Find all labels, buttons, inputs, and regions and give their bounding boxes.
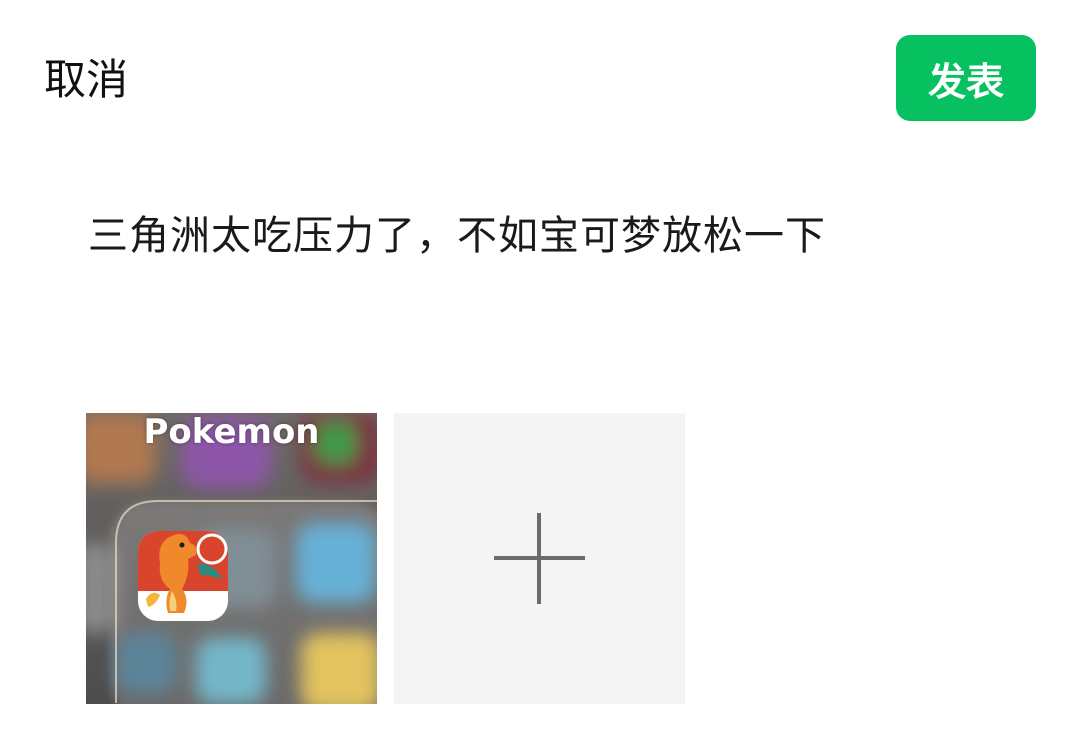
publish-button[interactable]: 发表 bbox=[896, 35, 1036, 121]
image-caption-text: Pokemon bbox=[143, 413, 320, 452]
attached-image-thumbnail[interactable]: Pokemon bbox=[86, 413, 377, 704]
add-media-button[interactable] bbox=[394, 413, 685, 704]
top-bar: 取消 发表 bbox=[0, 0, 1080, 150]
cancel-button[interactable]: 取消 bbox=[44, 52, 128, 108]
blurred-screenshot-image bbox=[86, 413, 377, 704]
post-text-input[interactable]: 三角洲太吃压力了，不如宝可梦放松一下 bbox=[88, 208, 1048, 264]
charizard-app-icon bbox=[138, 531, 228, 621]
